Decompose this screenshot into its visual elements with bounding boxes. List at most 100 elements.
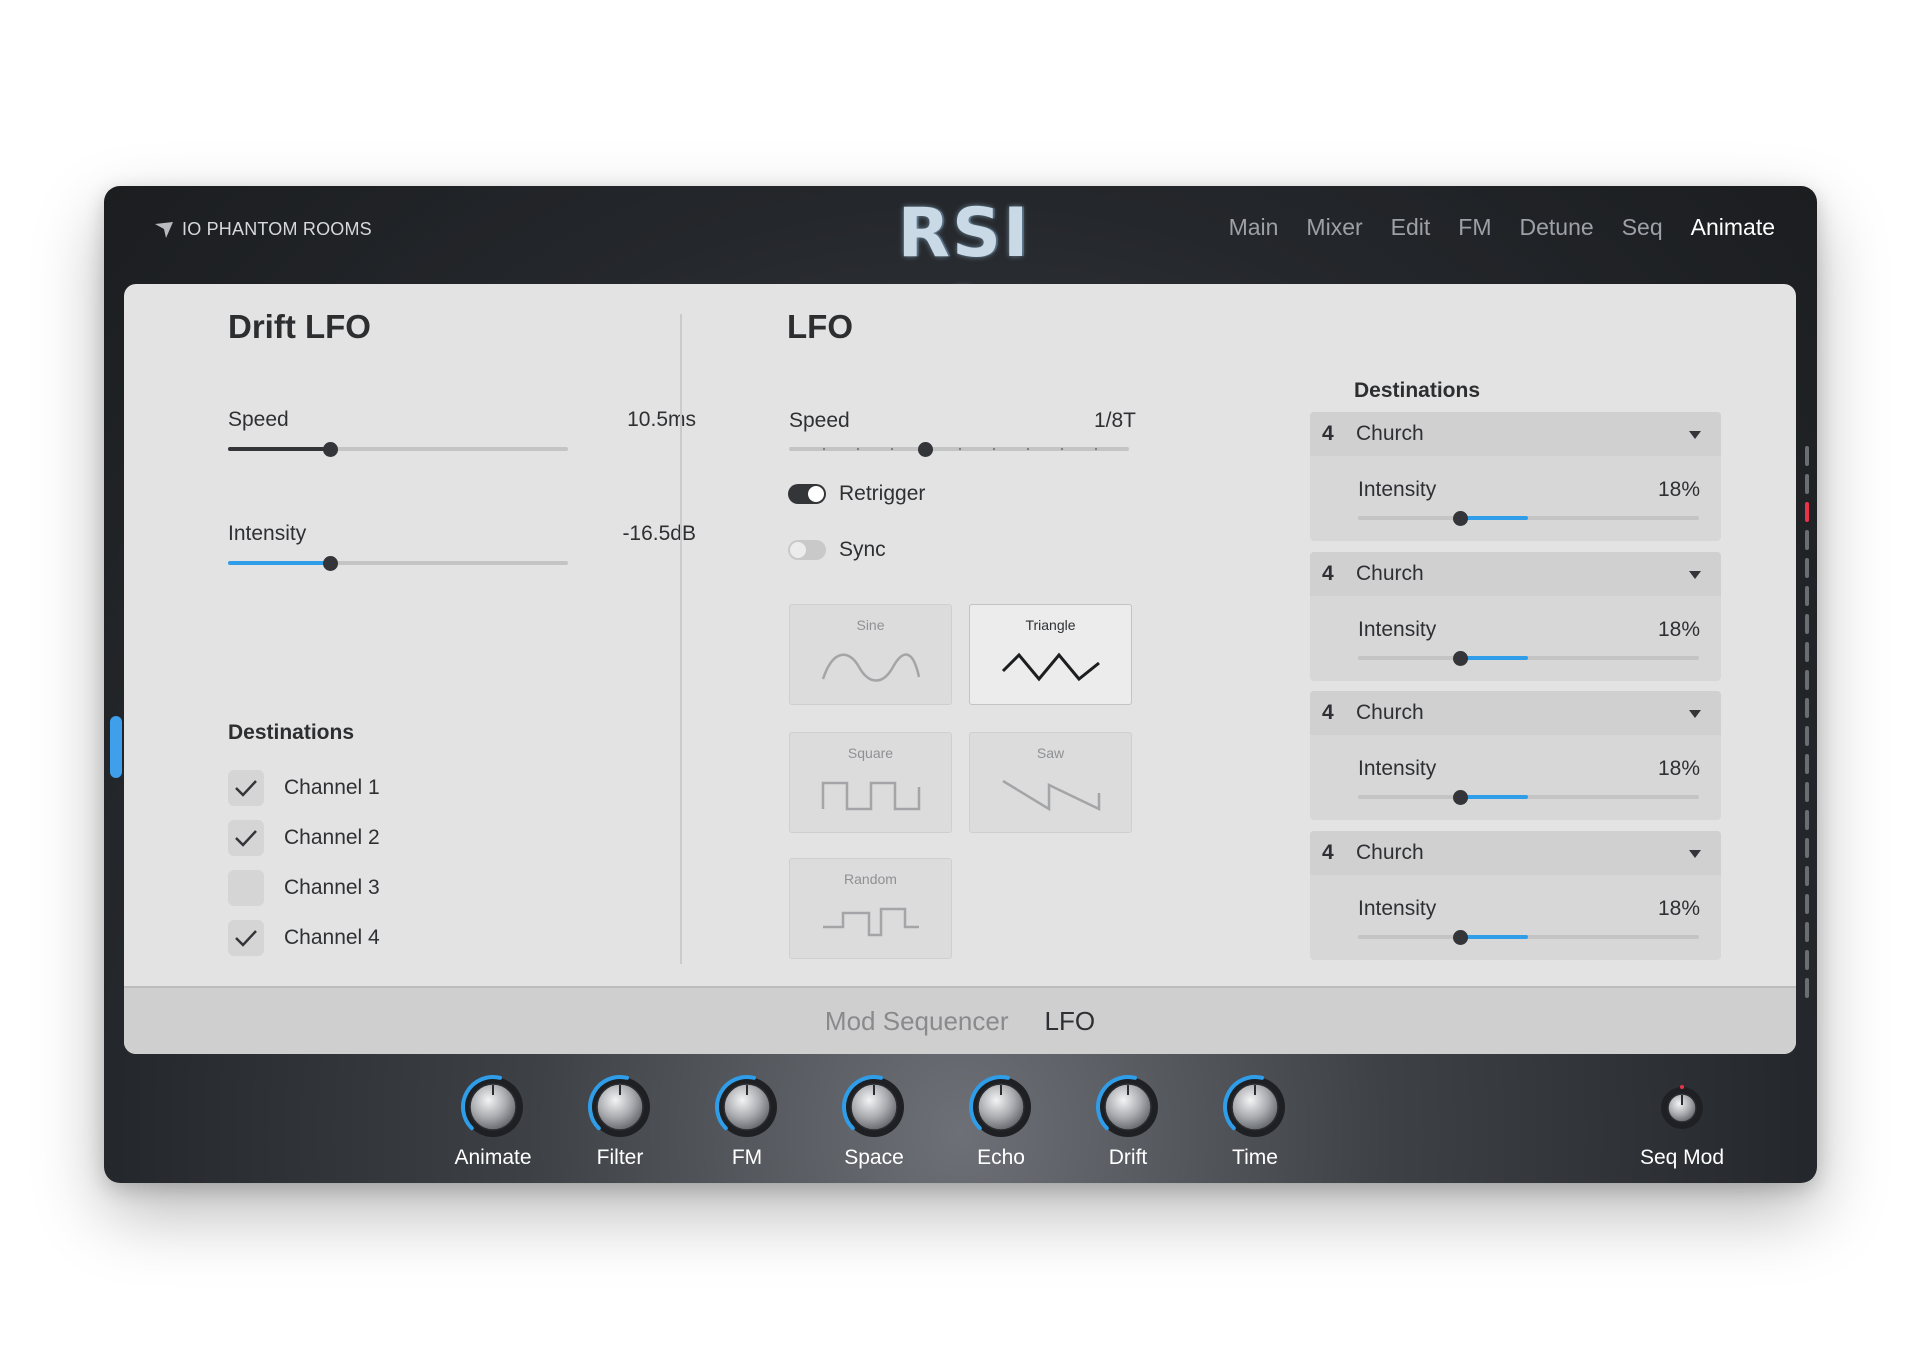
knob-label: Time: [1232, 1146, 1278, 1169]
slider-fill: [1460, 656, 1529, 660]
drift-intensity-slider[interactable]: [228, 554, 568, 572]
destination-intensity-slider[interactable]: [1358, 649, 1699, 667]
drift-speed-label: Speed: [228, 408, 289, 431]
tab-lfo[interactable]: LFO: [1044, 1006, 1095, 1037]
channel-4-checkbox[interactable]: Channel 4: [228, 920, 380, 956]
knob-icon[interactable]: [714, 1074, 780, 1140]
destination-dropdown[interactable]: 4 Church: [1310, 691, 1721, 735]
knob-label: Drift: [1108, 1146, 1148, 1169]
nav-main[interactable]: Main: [1229, 214, 1279, 241]
knob-icon[interactable]: [1095, 1074, 1161, 1140]
channel-3-checkbox[interactable]: Channel 3: [228, 870, 380, 906]
destination-dropdown[interactable]: 4 Church: [1310, 412, 1721, 456]
toggle-knob: [808, 486, 824, 502]
scroll-segment: [1805, 922, 1809, 942]
slider-fill: [1460, 516, 1529, 520]
waveform-square-button[interactable]: Square: [789, 732, 952, 833]
knob-fm[interactable]: FM: [687, 1074, 807, 1174]
knob-icon[interactable]: [587, 1074, 653, 1140]
knob-label: Echo: [977, 1146, 1025, 1169]
header: IO PHANTOM ROOMS RSI 1 Main Mixer Edit FM De…: [104, 186, 1817, 353]
nav-seq[interactable]: Seq: [1622, 214, 1663, 241]
knob-time[interactable]: Time: [1195, 1074, 1315, 1174]
animate-panel: Drift LFO Speed 10.5ms Intensity -16.5dB…: [124, 284, 1796, 1054]
knob-label: Animate: [454, 1146, 532, 1169]
waveform-sine-button[interactable]: Sine: [789, 604, 952, 705]
slider-track: [1358, 516, 1699, 520]
slider-thumb[interactable]: [1453, 511, 1469, 526]
waveform-random-button[interactable]: Random: [789, 858, 952, 959]
destination-card: 4 Church Intensity 18%: [1310, 552, 1721, 681]
destination-intensity-label: Intensity: [1358, 478, 1437, 501]
random-wave-icon: [823, 907, 919, 937]
knob-icon[interactable]: [1658, 1084, 1706, 1132]
drift-destinations-title: Destinations: [228, 721, 355, 744]
sine-wave-icon: [821, 653, 921, 682]
knob-icon[interactable]: [460, 1074, 526, 1140]
waveform-triangle-button[interactable]: Triangle: [969, 604, 1132, 705]
checkbox-box[interactable]: [228, 920, 264, 956]
side-scrollbar[interactable]: [1805, 446, 1809, 1036]
waveform-saw-button[interactable]: Saw: [969, 732, 1132, 833]
macro-knobs: Animate Filter FM Space Echo Drift Time …: [104, 1054, 1817, 1183]
knob-echo[interactable]: Echo: [941, 1074, 1061, 1174]
slider-thumb[interactable]: [323, 556, 338, 571]
tab-mod-sequencer[interactable]: Mod Sequencer: [825, 1006, 1009, 1037]
slider-thumb[interactable]: [1453, 930, 1469, 945]
knob-drift[interactable]: Drift: [1068, 1074, 1188, 1174]
waveform-label: Saw: [1036, 745, 1065, 761]
destination-intensity-slider[interactable]: [1358, 928, 1699, 946]
toggle-switch[interactable]: [788, 484, 826, 504]
sync-toggle[interactable]: Sync: [788, 538, 886, 562]
knob-icon[interactable]: [841, 1074, 907, 1140]
knob-animate[interactable]: Animate: [433, 1074, 553, 1174]
side-drawer-handle[interactable]: [110, 716, 122, 778]
slider-thumb[interactable]: [323, 442, 338, 457]
panel-tab-bar: Mod Sequencer LFO: [124, 986, 1796, 1054]
scroll-segment: [1805, 978, 1809, 998]
knob-filter[interactable]: Filter: [560, 1074, 680, 1174]
scroll-segment: [1805, 698, 1809, 718]
slider-thumb[interactable]: [1453, 651, 1469, 666]
drift-speed-slider[interactable]: [228, 440, 568, 458]
checkbox-box[interactable]: [228, 820, 264, 856]
knob-icon[interactable]: [1222, 1074, 1288, 1140]
slider-tick: [959, 448, 961, 450]
destination-intensity-label: Intensity: [1358, 897, 1437, 920]
toggle-switch[interactable]: [788, 540, 826, 560]
slider-tick: [1095, 448, 1097, 450]
destination-intensity-slider[interactable]: [1358, 509, 1699, 527]
retrigger-toggle[interactable]: Retrigger: [788, 482, 925, 506]
lfo-speed-slider[interactable]: [789, 440, 1129, 458]
slider-track: [1358, 935, 1699, 939]
slider-thumb[interactable]: [1453, 790, 1469, 805]
destination-dropdown[interactable]: 4 Church: [1310, 831, 1721, 875]
nav-animate[interactable]: Animate: [1691, 214, 1775, 241]
slider-tick: [1027, 448, 1029, 450]
channel-label: Channel 2: [284, 826, 380, 849]
destination-intensity-slider[interactable]: [1358, 788, 1699, 806]
lfo-title: LFO: [787, 308, 853, 345]
waveform-label: Sine: [856, 617, 885, 633]
checkbox-box[interactable]: [228, 870, 264, 906]
channel-1-checkbox[interactable]: Channel 1: [228, 770, 380, 806]
nav-mixer[interactable]: Mixer: [1306, 214, 1362, 241]
knob-space[interactable]: Space: [814, 1074, 934, 1174]
nav-fm[interactable]: FM: [1458, 214, 1491, 241]
checkbox-box[interactable]: [228, 770, 264, 806]
drift-speed-value: 10.5ms: [627, 408, 696, 431]
scroll-segment: [1805, 754, 1809, 774]
column-divider: [680, 314, 682, 964]
slider-track: [1358, 656, 1699, 660]
channel-2-checkbox[interactable]: Channel 2: [228, 820, 380, 856]
lfo-speed-label: Speed: [789, 409, 850, 432]
knob-icon[interactable]: [968, 1074, 1034, 1140]
scroll-segment: [1805, 502, 1809, 522]
nav-edit[interactable]: Edit: [1391, 214, 1431, 241]
nav-detune[interactable]: Detune: [1520, 214, 1594, 241]
knob-seq-mod[interactable]: Seq Mod: [1622, 1074, 1742, 1174]
waveform-label: Triangle: [1025, 617, 1076, 633]
caret-down-icon: [1689, 431, 1701, 439]
slider-thumb[interactable]: [918, 442, 933, 457]
destination-dropdown[interactable]: 4 Church: [1310, 552, 1721, 596]
